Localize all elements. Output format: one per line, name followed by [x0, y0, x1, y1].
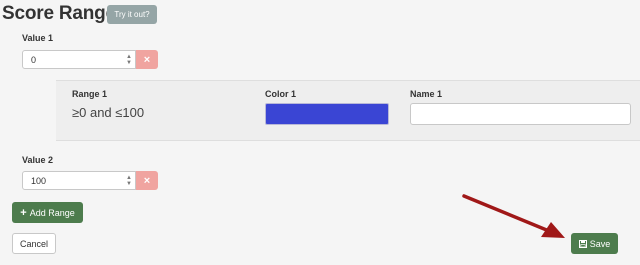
- value-1-text: 0: [31, 54, 37, 65]
- value-2-text: 100: [31, 175, 47, 186]
- try-it-out-button[interactable]: Try it out?: [107, 5, 157, 24]
- value-2-input[interactable]: 100 ▲ ▼: [22, 171, 136, 190]
- delete-value-2-button[interactable]: ×: [136, 171, 158, 190]
- range-row: Range 1 ≥0 and ≤100 Color 1 Name 1: [56, 80, 640, 141]
- plus-icon: +: [20, 206, 27, 219]
- add-range-button[interactable]: + Add Range: [12, 202, 83, 223]
- delete-value-1-button[interactable]: ×: [136, 50, 158, 69]
- range-label: Range 1: [72, 89, 108, 99]
- save-button[interactable]: Save: [571, 233, 618, 254]
- value-1-label: Value 1: [22, 33, 54, 43]
- add-range-label: Add Range: [29, 207, 75, 218]
- spinner-icon[interactable]: ▲ ▼: [126, 175, 132, 187]
- color-label: Color 1: [265, 89, 297, 99]
- cancel-button[interactable]: Cancel: [12, 233, 56, 254]
- value-2-label: Value 2: [22, 155, 54, 165]
- floppy-disk-icon: [578, 239, 587, 248]
- save-label: Save: [589, 238, 611, 249]
- spinner-icon[interactable]: ▲ ▼: [126, 54, 132, 66]
- color-swatch[interactable]: [265, 103, 389, 125]
- name-label: Name 1: [410, 89, 443, 99]
- range-name-input[interactable]: [410, 103, 631, 125]
- range-text: ≥0 and ≤100: [72, 105, 145, 120]
- value-1-input[interactable]: 0 ▲ ▼: [22, 50, 136, 69]
